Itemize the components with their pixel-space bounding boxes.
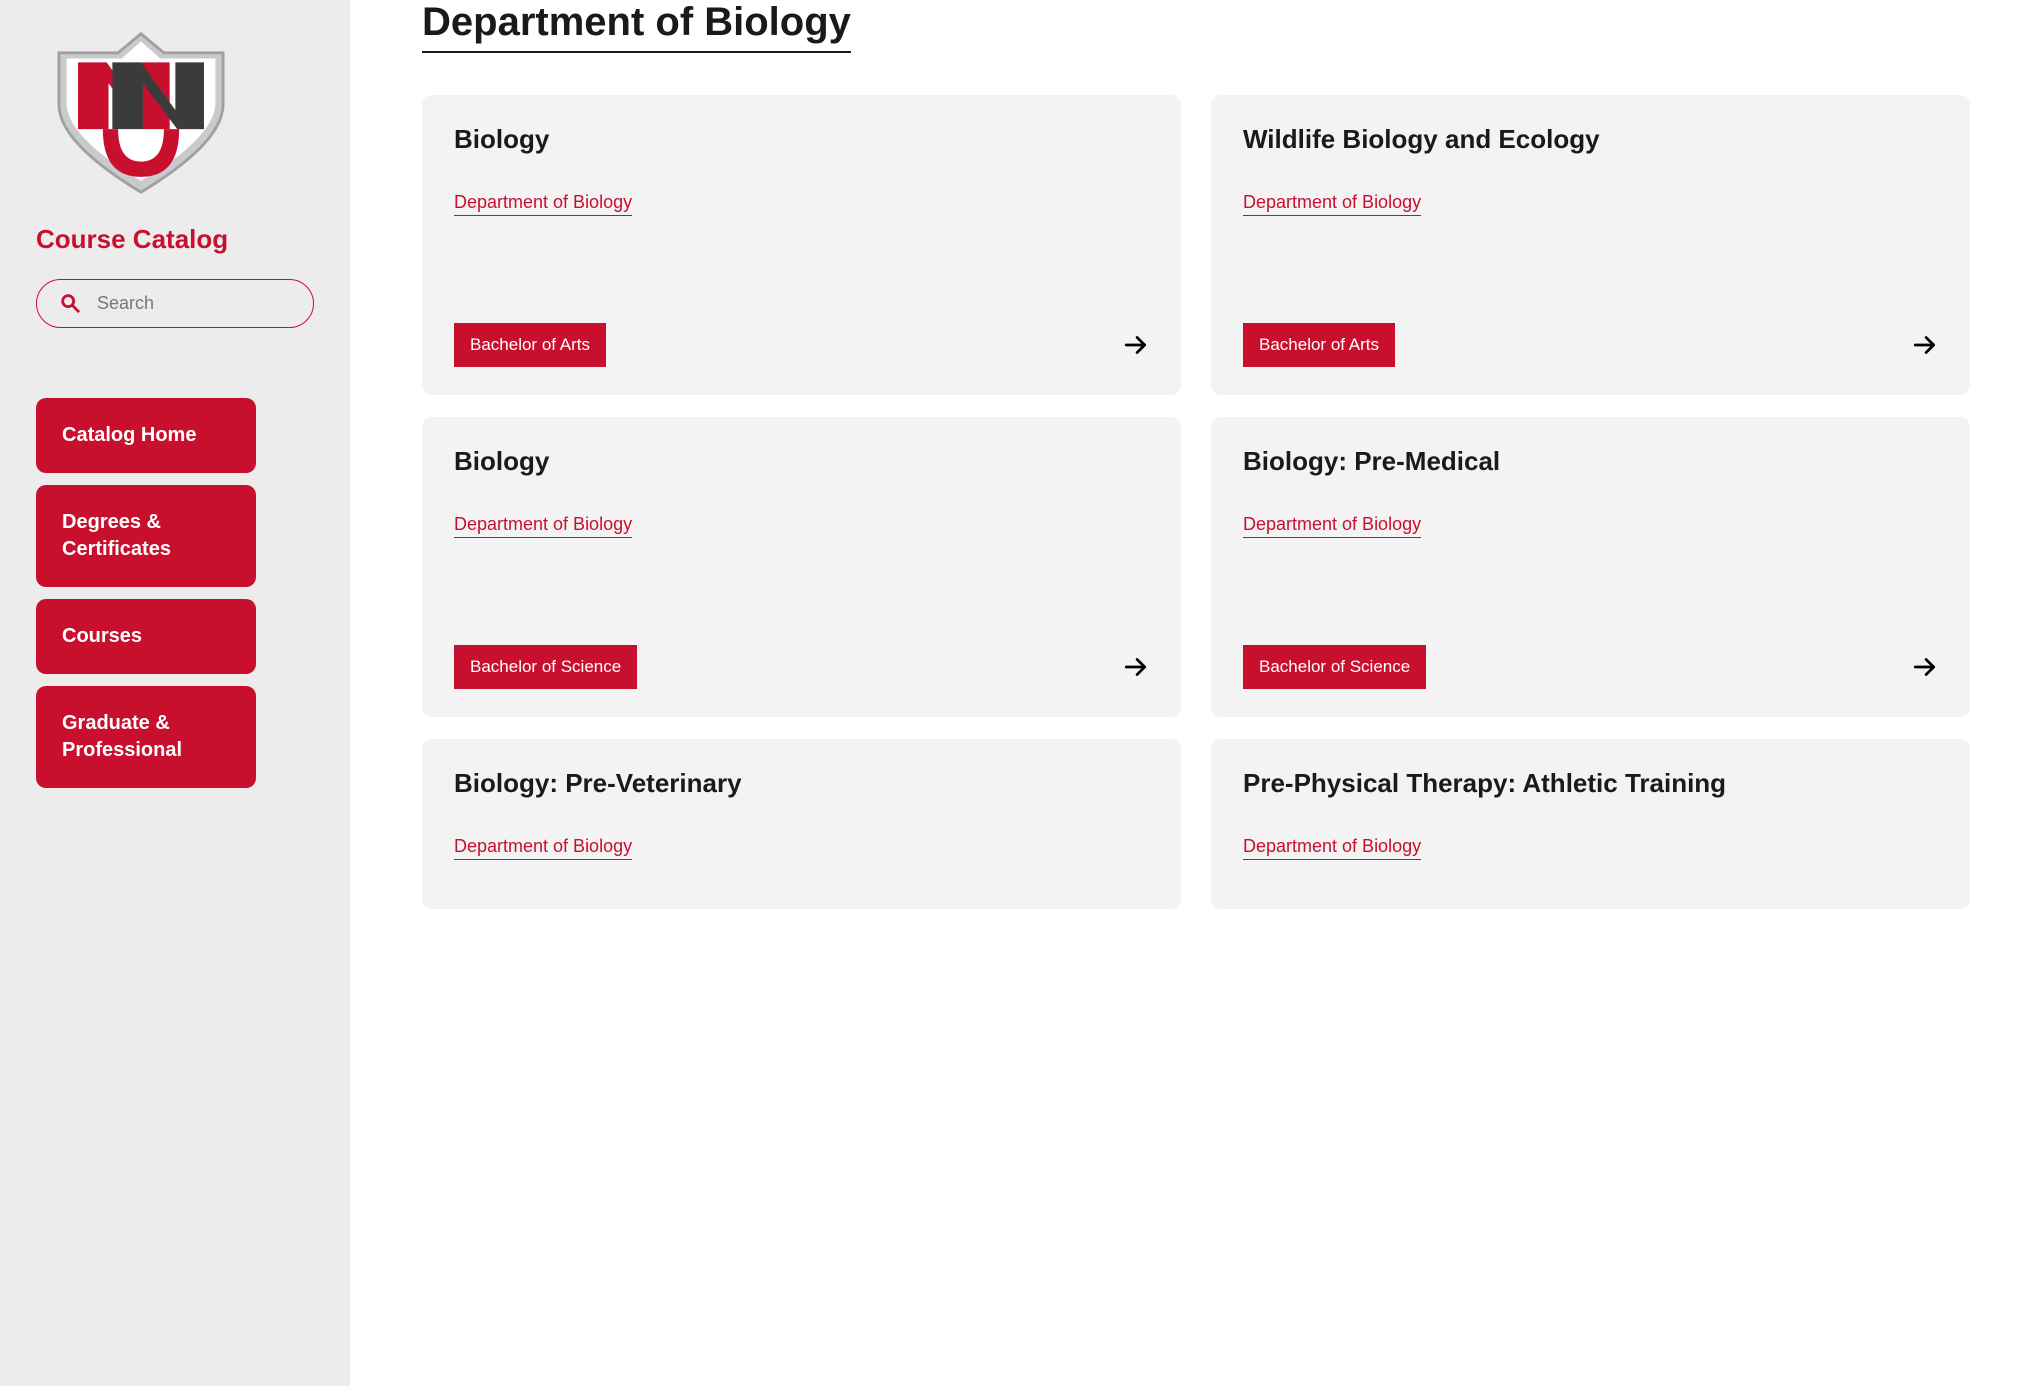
program-card[interactable]: Biology: Pre-Veterinary Department of Bi… (422, 739, 1181, 909)
program-card-grid: Biology Department of Biology Bachelor o… (422, 95, 1970, 909)
program-card[interactable]: Pre-Physical Therapy: Athletic Training … (1211, 739, 1970, 909)
catalog-title: Course Catalog (36, 224, 314, 255)
arrow-right-icon[interactable] (1912, 332, 1938, 358)
department-link[interactable]: Department of Biology (1243, 514, 1421, 538)
page-title: Department of Biology (422, 0, 851, 53)
program-card[interactable]: Biology Department of Biology Bachelor o… (422, 95, 1181, 395)
department-link[interactable]: Department of Biology (454, 836, 632, 860)
degree-badge: Bachelor of Science (1243, 645, 1426, 689)
degree-badge: Bachelor of Arts (454, 323, 606, 367)
department-link[interactable]: Department of Biology (1243, 192, 1421, 216)
sidebar: Course Catalog Catalog Home Degrees & Ce… (0, 0, 350, 1386)
nav-graduate-professional[interactable]: Graduate & Professional (36, 686, 256, 788)
search-field[interactable] (36, 279, 314, 328)
degree-badge: Bachelor of Arts (1243, 323, 1395, 367)
nav-degrees-certificates[interactable]: Degrees & Certificates (36, 485, 256, 587)
program-title: Wildlife Biology and Ecology (1243, 123, 1938, 156)
program-card[interactable]: Biology Department of Biology Bachelor o… (422, 417, 1181, 717)
department-link[interactable]: Department of Biology (454, 192, 632, 216)
sidebar-nav: Catalog Home Degrees & Certificates Cour… (36, 398, 314, 788)
search-icon (59, 292, 81, 314)
program-card[interactable]: Biology: Pre-Medical Department of Biolo… (1211, 417, 1970, 717)
program-card[interactable]: Wildlife Biology and Ecology Department … (1211, 95, 1970, 395)
nav-courses[interactable]: Courses (36, 599, 256, 674)
search-input[interactable] (95, 292, 331, 315)
program-title: Biology: Pre-Veterinary (454, 767, 1149, 800)
nav-catalog-home[interactable]: Catalog Home (36, 398, 256, 473)
arrow-right-icon[interactable] (1123, 332, 1149, 358)
program-title: Biology (454, 123, 1149, 156)
arrow-right-icon[interactable] (1123, 654, 1149, 680)
logo (36, 28, 314, 200)
main-content: Department of Biology Biology Department… (350, 0, 2030, 1386)
department-link[interactable]: Department of Biology (1243, 836, 1421, 860)
program-title: Biology (454, 445, 1149, 478)
program-title: Biology: Pre-Medical (1243, 445, 1938, 478)
program-title: Pre-Physical Therapy: Athletic Training (1243, 767, 1938, 800)
department-link[interactable]: Department of Biology (454, 514, 632, 538)
arrow-right-icon[interactable] (1912, 654, 1938, 680)
degree-badge: Bachelor of Science (454, 645, 637, 689)
